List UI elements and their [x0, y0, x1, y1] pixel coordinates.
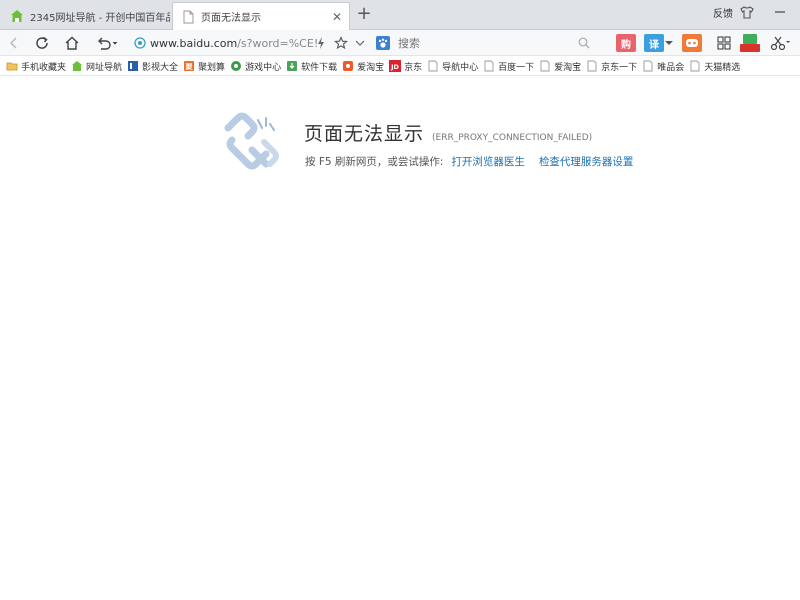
lightning-icon[interactable] [314, 33, 328, 53]
translate-dropdown-icon[interactable] [664, 33, 674, 53]
page-icon [689, 60, 701, 72]
bookmark-label: 京东 [404, 62, 423, 73]
broken-link-icon [224, 112, 279, 170]
favorite-star-icon[interactable] [332, 33, 350, 53]
bookmark-item[interactable]: 软件下载 [286, 60, 337, 73]
security-shield-icon [134, 37, 146, 49]
tab-2345-navigation[interactable]: 2345网址导航 - 开创中国百年品 [2, 2, 170, 30]
tab-label: 页面无法显示 [201, 13, 261, 24]
address-url: www.baidu.com/s?word=%CE! [150, 37, 318, 50]
software-download-icon [286, 60, 298, 72]
svg-text:聚: 聚 [185, 62, 194, 71]
shopping-icon[interactable]: 购 [616, 34, 636, 52]
juhuasuan-icon: 聚 [183, 60, 195, 72]
chevron-down-icon[interactable] [352, 33, 368, 53]
undo-close-button[interactable] [94, 33, 120, 53]
bookmark-item[interactable]: 京东一下 [586, 60, 637, 73]
hint-text: 按 F5 刷新网页，或尝试操作: [305, 156, 444, 168]
error-code: (ERR_PROXY_CONNECTION_FAILED) [432, 133, 593, 143]
bookmark-item[interactable]: 爱淘宝 [342, 60, 384, 73]
game-center-icon [230, 60, 242, 72]
back-arrow-icon [9, 37, 17, 49]
svg-text:JD: JD [390, 63, 399, 71]
bookmark-label: 导航中心 [442, 62, 479, 73]
house-logo-icon [71, 60, 83, 72]
url-host: www.baidu.com [150, 36, 238, 50]
bookmark-item[interactable]: 网址导航 [71, 60, 122, 73]
bookmark-item[interactable]: 影视大全 [127, 60, 178, 73]
close-tab-icon[interactable]: ✕ [329, 10, 345, 24]
bookmark-label: 唯品会 [657, 62, 685, 73]
bookmark-folder-icon [6, 60, 18, 72]
video-icon [127, 60, 139, 72]
page-icon [642, 60, 654, 72]
page-icon [427, 60, 439, 72]
tab-label: 2345网址导航 - 开创中国百年品 [30, 12, 170, 24]
bookmark-label: 百度一下 [498, 62, 535, 73]
bookmark-label: 网址导航 [86, 62, 123, 73]
bookmark-label: 游戏中心 [245, 62, 282, 73]
search-box[interactable] [376, 33, 604, 53]
url-path: /s?word=%CE! [237, 36, 319, 50]
back-button[interactable] [4, 33, 24, 53]
search-input[interactable] [398, 36, 568, 50]
bookmark-item[interactable]: 唯品会 [642, 60, 684, 73]
bookmark-item[interactable]: JD 京东 [389, 60, 422, 73]
new-feature-icon[interactable] [740, 33, 760, 53]
bookmark-label: 聚划算 [198, 62, 226, 73]
bookmark-label: 京东一下 [601, 62, 638, 73]
search-icon[interactable] [578, 37, 590, 49]
bookmark-label: 影视大全 [142, 62, 179, 73]
taobao-icon [342, 60, 354, 72]
feedback-button[interactable]: 反馈 [713, 2, 733, 22]
new-tab-button[interactable]: + [354, 5, 374, 25]
refresh-icon [36, 36, 48, 49]
game-icon[interactable] [682, 34, 702, 52]
page-title: 页面无法显示 [304, 123, 425, 145]
tab-strip: 2345网址导航 - 开创中国百年品 页面无法显示 ✕ + 反馈 [0, 0, 800, 30]
bookmark-item[interactable]: 百度一下 [483, 60, 534, 73]
page-icon [586, 60, 598, 72]
refresh-button[interactable] [32, 33, 52, 53]
translate-icon[interactable]: 译 [644, 34, 664, 52]
house-logo-icon [11, 10, 23, 22]
bookmark-item[interactable]: 爱淘宝 [539, 60, 581, 73]
page-icon [183, 10, 194, 23]
bookmark-item[interactable]: 游戏中心 [230, 60, 281, 73]
bookmark-item[interactable]: 导航中心 [427, 60, 478, 73]
bookmark-item[interactable]: 天猫精选 [689, 60, 740, 73]
error-title: 页面无法显示 (ERR_PROXY_CONNECTION_FAILED) [304, 119, 592, 146]
home-button[interactable] [62, 33, 82, 53]
undo-icon [98, 37, 118, 50]
home-icon [65, 36, 79, 50]
bookmark-item[interactable]: 聚聚划算 [183, 60, 225, 73]
bookmark-label: 手机收藏夹 [21, 62, 67, 73]
bookmark-label: 爱淘宝 [554, 62, 582, 73]
page-icon [539, 60, 551, 72]
tab-page-cannot-display[interactable]: 页面无法显示 ✕ [172, 2, 350, 30]
bookmark-label: 天猫精选 [704, 62, 741, 73]
bookmark-label: 爱淘宝 [357, 62, 385, 73]
apps-grid-icon[interactable] [714, 33, 734, 53]
skin-icon[interactable] [738, 2, 756, 22]
check-proxy-settings-link[interactable]: 检查代理服务器设置 [539, 154, 634, 169]
bookmark-item[interactable]: 手机收藏夹 [6, 60, 66, 73]
navigation-bar: www.baidu.com/s?word=%CE! 购 译 [0, 30, 800, 56]
minimize-button[interactable] [768, 2, 792, 22]
page-icon [483, 60, 495, 72]
open-browser-doctor-link[interactable]: 打开浏览器医生 [451, 154, 525, 169]
scissors-icon[interactable] [768, 33, 794, 53]
bookmark-label: 软件下载 [301, 62, 338, 73]
jd-icon: JD [389, 60, 402, 72]
bookmarks-bar: 手机收藏夹 网址导航 影视大全聚聚划算 游戏中心 软件下载 爱淘宝 JD 京东 导航中心 百度一下… [0, 57, 800, 76]
baidu-paw-icon [376, 36, 390, 50]
error-hint: 按 F5 刷新网页，或尝试操作: 打开浏览器医生 检查代理服务器设置 [305, 154, 633, 169]
